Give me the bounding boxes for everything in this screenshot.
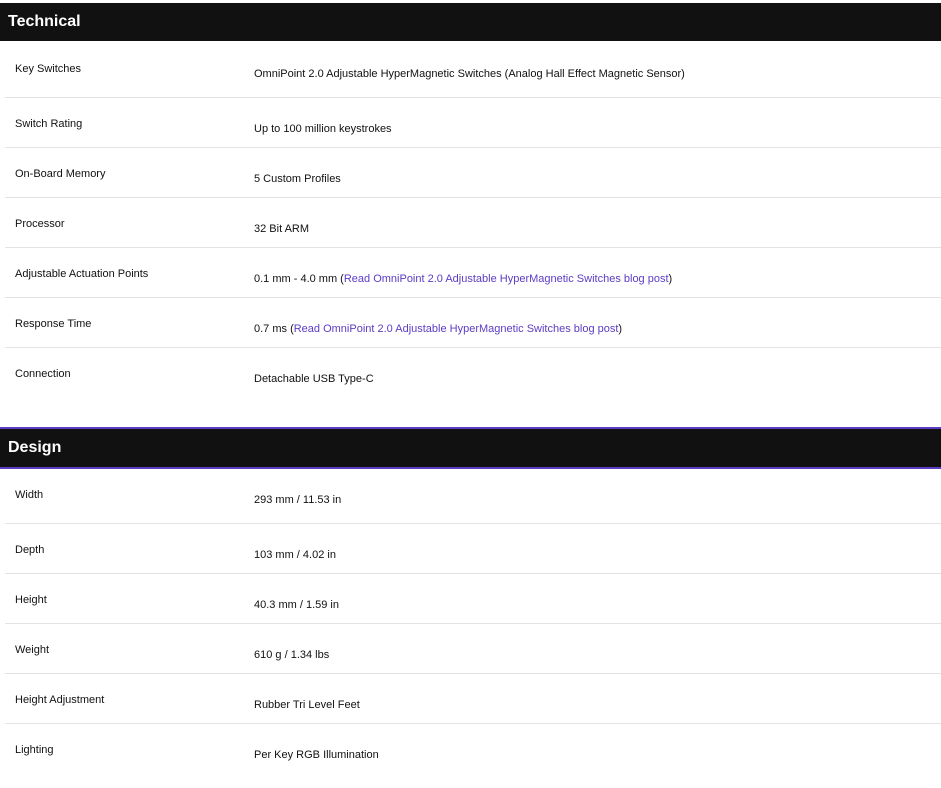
spec-value: 0.1 mm - 4.0 mm (Read OmniPoint 2.0 Adju… — [254, 273, 672, 285]
spec-label: Switch Rating — [15, 118, 83, 130]
spec-row-response-time: Response Time 0.7 ms (Read OmniPoint 2.0… — [5, 298, 941, 348]
spec-value: 610 g / 1.34 lbs — [254, 649, 330, 661]
design-section-header: Design — [0, 427, 941, 469]
technical-section-header: Technical — [0, 3, 941, 41]
spec-row-key-switches: Key Switches OmniPoint 2.0 Adjustable Hy… — [5, 41, 941, 98]
spec-value-suffix: ) — [618, 323, 623, 335]
spec-value: 5 Custom Profiles — [254, 173, 341, 185]
spec-label: Weight — [15, 644, 50, 656]
spec-value: Detachable USB Type-C — [254, 373, 374, 385]
spec-row-depth: Depth 103 mm / 4.02 in — [5, 524, 941, 574]
spec-row-lighting: Lighting Per Key RGB Illumination — [5, 724, 941, 774]
spec-row-height: Height 40.3 mm / 1.59 in — [5, 574, 941, 624]
spec-value-prefix: 0.1 mm - 4.0 mm ( — [254, 273, 344, 285]
spec-row-weight: Weight 610 g / 1.34 lbs — [5, 624, 941, 674]
spec-value: 0.7 ms (Read OmniPoint 2.0 Adjustable Hy… — [254, 323, 622, 335]
spec-row-on-board-memory: On-Board Memory 5 Custom Profiles — [5, 148, 941, 198]
spec-value-prefix: 0.7 ms ( — [254, 323, 294, 335]
design-section-title: Design — [8, 439, 62, 456]
spec-value: Up to 100 million keystrokes — [254, 123, 392, 135]
spec-label: Width — [15, 489, 44, 501]
spec-value: 293 mm / 11.53 in — [254, 494, 342, 506]
blog-post-link[interactable]: Read OmniPoint 2.0 Adjustable HyperMagne… — [294, 323, 619, 335]
spec-row-processor: Processor 32 Bit ARM — [5, 198, 941, 248]
spec-row-connection: Connection Detachable USB Type-C — [5, 348, 941, 398]
spec-label: Processor — [15, 218, 65, 230]
spec-row-switch-rating: Switch Rating Up to 100 million keystrok… — [5, 98, 941, 148]
spec-value-suffix: ) — [668, 273, 673, 285]
design-spec-table: Width 293 mm / 11.53 in Depth 103 mm / 4… — [5, 469, 941, 774]
blog-post-link[interactable]: Read OmniPoint 2.0 Adjustable HyperMagne… — [344, 273, 669, 285]
spec-value: 103 mm / 4.02 in — [254, 549, 336, 561]
technical-spec-table: Key Switches OmniPoint 2.0 Adjustable Hy… — [5, 41, 941, 398]
spec-row-adjustable-actuation-points: Adjustable Actuation Points 0.1 mm - 4.0… — [5, 248, 941, 298]
spec-label: Response Time — [15, 318, 92, 330]
spec-value: Per Key RGB Illumination — [254, 749, 379, 761]
spec-value: OmniPoint 2.0 Adjustable HyperMagnetic S… — [254, 68, 685, 80]
spec-value: Rubber Tri Level Feet — [254, 699, 360, 711]
spec-label: Adjustable Actuation Points — [15, 268, 149, 280]
spec-label: On-Board Memory — [15, 168, 106, 180]
spec-label: Lighting — [15, 744, 54, 756]
spec-value: 32 Bit ARM — [254, 223, 310, 235]
spec-label: Height — [15, 594, 47, 606]
spec-label: Depth — [15, 544, 45, 556]
spec-row-height-adjustment: Height Adjustment Rubber Tri Level Feet — [5, 674, 941, 724]
spec-value: 40.3 mm / 1.59 in — [254, 599, 339, 611]
spec-row-width: Width 293 mm / 11.53 in — [5, 469, 941, 524]
technical-section-title: Technical — [8, 13, 81, 30]
spec-label: Connection — [15, 368, 71, 380]
spec-label: Key Switches — [15, 63, 82, 75]
spec-label: Height Adjustment — [15, 694, 105, 706]
